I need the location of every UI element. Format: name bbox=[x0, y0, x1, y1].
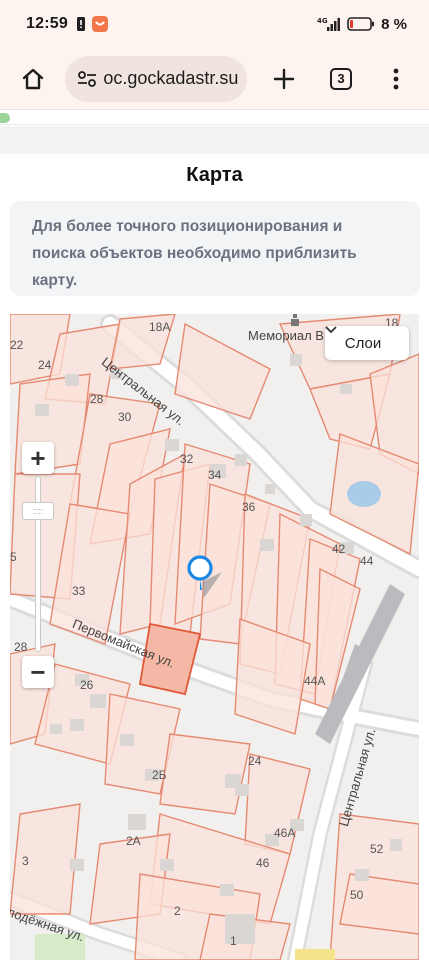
sheet-gap bbox=[0, 126, 429, 154]
house-number: 44 bbox=[360, 554, 374, 568]
cadastral-map[interactable]: Центральная ул. Первомайская ул. Централ… bbox=[10, 314, 419, 960]
house-number: 2А bbox=[126, 834, 141, 848]
map-canvas bbox=[10, 314, 419, 960]
house-number: 26 bbox=[80, 678, 94, 692]
house-number: 28 bbox=[90, 392, 104, 406]
green-marker bbox=[0, 113, 10, 123]
zoom-notice: Для более точного позиционирования и пои… bbox=[10, 201, 420, 296]
menu-icon[interactable] bbox=[378, 59, 415, 99]
status-time: 12:59 bbox=[26, 15, 68, 32]
poi-label-memorial: Мемориал В bbox=[248, 328, 324, 343]
house-number: 2 bbox=[174, 904, 181, 918]
card-title: Карта bbox=[186, 164, 243, 186]
battery-percent: 8 % bbox=[381, 15, 407, 33]
app-notification-icon bbox=[91, 16, 108, 32]
layers-button[interactable]: Слои bbox=[325, 326, 409, 360]
house-number: 46 bbox=[256, 856, 270, 870]
house-number: 36 bbox=[242, 500, 256, 514]
house-number: 30 bbox=[118, 410, 132, 424]
browser-toolbar: oc.gockadastr.su 3 bbox=[0, 48, 429, 110]
house-number: 5 bbox=[10, 550, 17, 564]
house-number: 24 bbox=[38, 358, 52, 372]
layers-label: Слои bbox=[344, 334, 382, 352]
house-number: 1 bbox=[230, 934, 237, 948]
house-number: 44А bbox=[304, 674, 326, 688]
sim-alert-icon bbox=[76, 16, 86, 32]
house-number: 2Б bbox=[152, 768, 167, 782]
house-number: 32 bbox=[180, 452, 194, 466]
tabs-icon[interactable]: 3 bbox=[322, 59, 359, 99]
house-number: 34 bbox=[208, 468, 222, 482]
svg-text:4G: 4G bbox=[317, 17, 328, 25]
house-number: 46А bbox=[274, 826, 296, 840]
house-number: 42 bbox=[332, 542, 346, 556]
tab-count: 3 bbox=[330, 67, 353, 90]
house-number: 50 bbox=[350, 888, 364, 902]
battery-icon bbox=[347, 17, 375, 31]
signal-icon: 4G bbox=[317, 16, 341, 32]
zoom-slider-handle[interactable]: :::: bbox=[22, 502, 54, 520]
zoom-in-button[interactable]: + bbox=[22, 442, 54, 474]
new-tab-icon[interactable] bbox=[265, 59, 302, 99]
site-settings-icon[interactable] bbox=[77, 70, 97, 88]
home-icon[interactable] bbox=[14, 59, 51, 99]
zoom-out-button[interactable]: − bbox=[22, 656, 54, 688]
status-bar: 12:59 4G 8 % bbox=[0, 0, 429, 48]
address-bar[interactable]: oc.gockadastr.su bbox=[65, 55, 248, 102]
previous-sheet-edge bbox=[0, 111, 429, 125]
house-number: 24 bbox=[248, 754, 262, 768]
house-number: 33 bbox=[72, 584, 86, 598]
house-number: 52 bbox=[370, 842, 384, 856]
map-card: Карта Для более точного позиционирования… bbox=[0, 154, 429, 960]
house-number: 18А bbox=[149, 320, 171, 334]
house-number: 22 bbox=[10, 338, 24, 352]
house-number: 3 bbox=[22, 854, 29, 868]
url-text: oc.gockadastr.su bbox=[103, 68, 239, 88]
zoom-control: + :::: − bbox=[22, 442, 54, 688]
